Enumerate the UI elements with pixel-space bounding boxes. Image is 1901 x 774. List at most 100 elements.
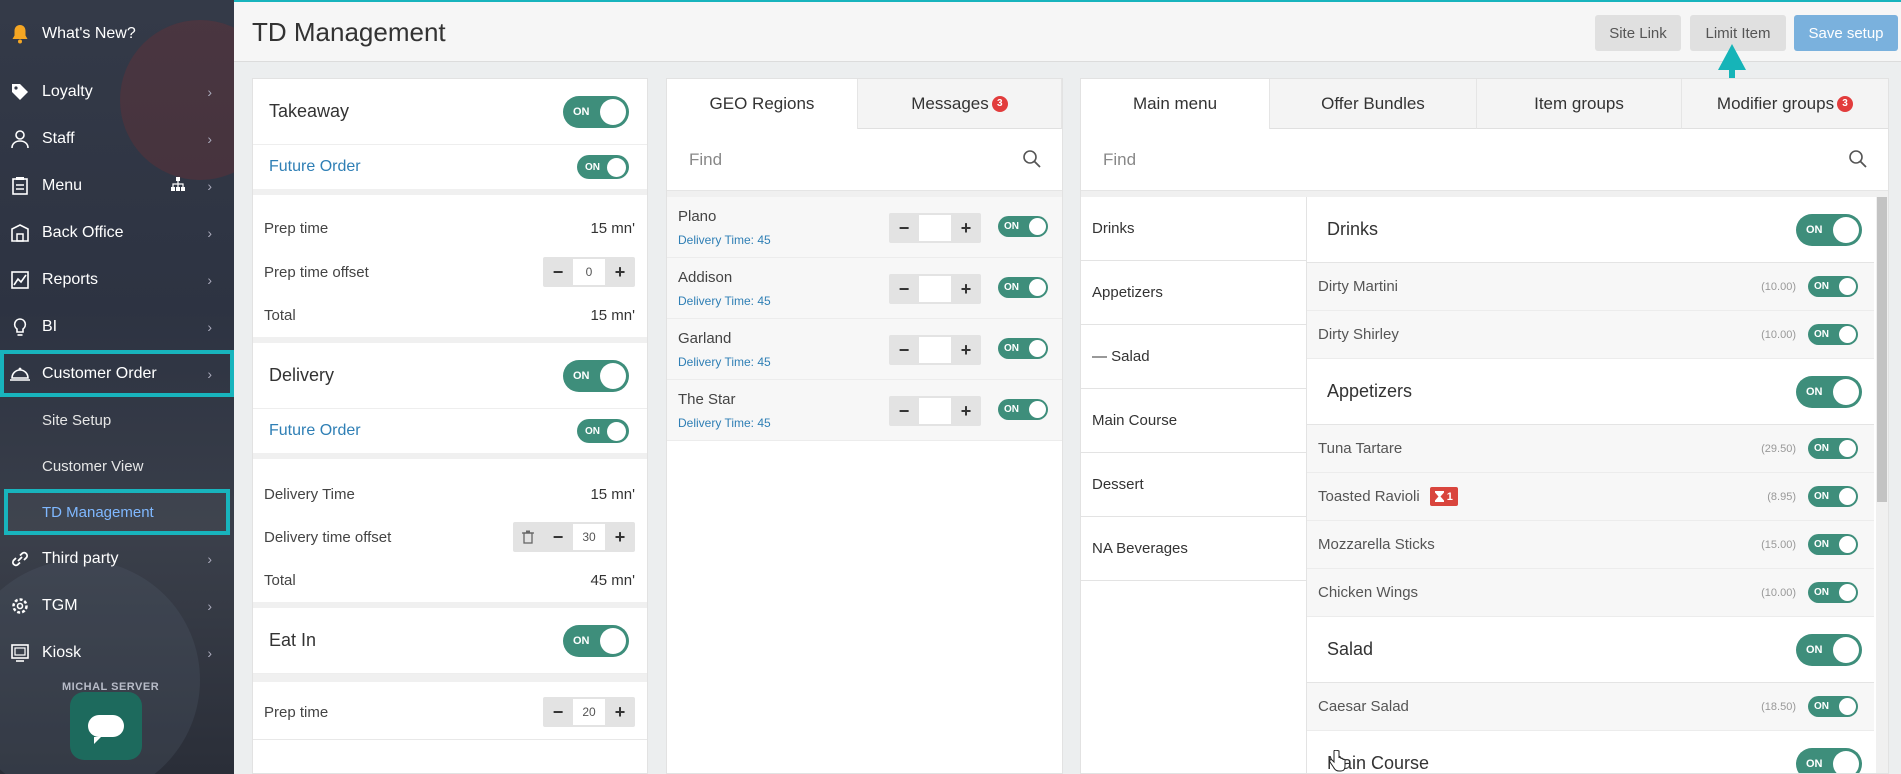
sidebar-item-bi[interactable]: BI › <box>0 303 234 350</box>
toggle-knob <box>1839 698 1856 715</box>
items-scrollbar[interactable] <box>1876 197 1888 773</box>
tab-geo-regions[interactable]: GEO Regions <box>667 79 858 129</box>
region-input[interactable] <box>919 215 951 241</box>
region-toggle[interactable]: ON <box>998 338 1048 359</box>
sidebar-subitem-customer-view[interactable]: Customer View <box>0 443 234 489</box>
sidebar-item-kiosk[interactable]: Kiosk › <box>0 629 234 676</box>
item-name: Chicken Wings <box>1318 584 1419 601</box>
tab-modifier-groups[interactable]: Modifier groups 3 <box>1682 79 1888 129</box>
item-toggle[interactable]: ON <box>1808 696 1858 717</box>
category-item[interactable]: Main Course <box>1081 389 1306 453</box>
category-item[interactable]: Drinks <box>1081 197 1306 261</box>
prep-time-label: Prep time <box>264 703 329 721</box>
minus-icon[interactable]: − <box>543 697 573 727</box>
item-toggle[interactable]: ON <box>1808 486 1858 507</box>
chevron-right-icon: › <box>207 83 212 100</box>
tab-messages[interactable]: Messages 3 <box>858 79 1062 129</box>
item-toggle[interactable]: ON <box>1808 534 1858 555</box>
plus-icon[interactable]: + <box>951 335 981 365</box>
sidebar-item-label: Reports <box>42 270 99 288</box>
sidebar-item-whats-new[interactable]: What's New? <box>0 0 234 68</box>
category-item[interactable]: Dessert <box>1081 453 1306 517</box>
menu-search-input[interactable]: Find <box>1081 129 1888 191</box>
item-toggle[interactable]: ON <box>1808 276 1858 297</box>
region-input[interactable] <box>919 276 951 302</box>
plus-icon[interactable]: + <box>605 257 635 287</box>
plus-icon[interactable]: + <box>951 213 981 243</box>
scrollbar-thumb[interactable] <box>1877 197 1887 502</box>
group-toggle[interactable]: ON <box>1796 213 1862 246</box>
minus-icon[interactable]: − <box>543 257 573 287</box>
tab-item-groups[interactable]: Item groups <box>1477 79 1682 129</box>
category-item[interactable]: — Salad <box>1081 325 1306 389</box>
toggle-label: ON <box>585 425 600 437</box>
sidebar-item-back-office[interactable]: Back Office › <box>0 209 234 256</box>
plus-icon[interactable]: + <box>605 697 635 727</box>
group-toggle[interactable]: ON <box>1796 633 1862 666</box>
sitemap-icon[interactable] <box>170 176 186 197</box>
messages-badge: 3 <box>991 95 1008 112</box>
chevron-right-icon: › <box>207 644 212 661</box>
chevron-right-icon: › <box>207 224 212 241</box>
region-toggle[interactable]: ON <box>998 399 1048 420</box>
category-item[interactable]: NA Beverages <box>1081 517 1306 581</box>
sidebar-item-staff[interactable]: Staff › <box>0 115 234 162</box>
sidebar-item-menu[interactable]: Menu › <box>0 162 234 209</box>
category-item[interactable]: Appetizers <box>1081 261 1306 325</box>
toggle-label: ON <box>1814 539 1829 550</box>
group-toggle[interactable]: ON <box>1796 747 1862 773</box>
region-input[interactable] <box>919 337 951 363</box>
chat-button[interactable] <box>70 692 142 760</box>
tab-label: Main menu <box>1132 94 1218 113</box>
minus-icon[interactable]: − <box>543 522 573 552</box>
item-name: Mozzarella Sticks <box>1318 536 1435 553</box>
plus-icon[interactable]: + <box>951 396 981 426</box>
save-setup-button[interactable]: Save setup <box>1794 15 1898 51</box>
eat-in-toggle[interactable]: ON <box>563 624 629 657</box>
minus-icon[interactable]: − <box>889 274 919 304</box>
tab-offer-bundles[interactable]: Offer Bundles <box>1270 79 1477 129</box>
sidebar-subitem-site-setup[interactable]: Site Setup <box>0 397 234 443</box>
eat-in-prep-input[interactable]: 20 <box>573 699 605 725</box>
region-stepper: − + <box>889 335 981 365</box>
geo-region-row: The Star Delivery Time: 45 − + ON <box>667 380 1062 441</box>
sidebar-item-tgm[interactable]: TGM › <box>0 582 234 629</box>
item-toggle[interactable]: ON <box>1808 582 1858 603</box>
tab-main-menu[interactable]: Main menu <box>1081 79 1270 129</box>
takeaway-toggle[interactable]: ON <box>563 95 629 128</box>
region-input[interactable] <box>919 398 951 424</box>
search-icon[interactable] <box>1022 149 1042 174</box>
item-toggle[interactable]: ON <box>1808 324 1858 345</box>
group-title: Appetizers <box>1327 381 1413 401</box>
sidebar-subitem-td-management[interactable]: TD Management <box>4 489 230 535</box>
site-link-button[interactable]: Site Link <box>1595 15 1681 51</box>
search-icon[interactable] <box>1848 149 1868 174</box>
menu-item-row: Tuna Tartare (29.50) ON <box>1307 425 1874 473</box>
toggle-label: ON <box>1814 329 1829 340</box>
toggle-label: ON <box>573 369 590 382</box>
sidebar-item-loyalty[interactable]: Loyalty › <box>0 68 234 115</box>
region-toggle[interactable]: ON <box>998 277 1048 298</box>
sidebar-item-third-party[interactable]: Third party › <box>0 535 234 582</box>
item-name: Toasted Ravioli <box>1318 488 1420 505</box>
minus-icon[interactable]: − <box>889 335 919 365</box>
sidebar-item-customer-order[interactable]: Customer Order › <box>0 350 234 397</box>
chat-icon <box>88 715 124 744</box>
trash-icon[interactable] <box>513 522 543 552</box>
minus-icon[interactable]: − <box>889 396 919 426</box>
takeaway-future-order-toggle[interactable]: ON <box>577 155 629 179</box>
takeaway-prep-time-row: Prep time 15 mn' <box>253 206 647 250</box>
prep-offset-input[interactable]: 0 <box>573 259 605 285</box>
plus-icon[interactable]: + <box>605 522 635 552</box>
region-toggle[interactable]: ON <box>998 216 1048 237</box>
limit-badge[interactable]: 1 <box>1429 487 1458 506</box>
plus-icon[interactable]: + <box>951 274 981 304</box>
delivery-toggle[interactable]: ON <box>563 359 629 392</box>
group-toggle[interactable]: ON <box>1796 375 1862 408</box>
item-toggle[interactable]: ON <box>1808 438 1858 459</box>
delivery-offset-input[interactable]: 30 <box>573 524 605 550</box>
delivery-future-order-toggle[interactable]: ON <box>577 419 629 443</box>
sidebar-item-reports[interactable]: Reports › <box>0 256 234 303</box>
minus-icon[interactable]: − <box>889 213 919 243</box>
geo-search-input[interactable]: Find <box>667 129 1062 191</box>
